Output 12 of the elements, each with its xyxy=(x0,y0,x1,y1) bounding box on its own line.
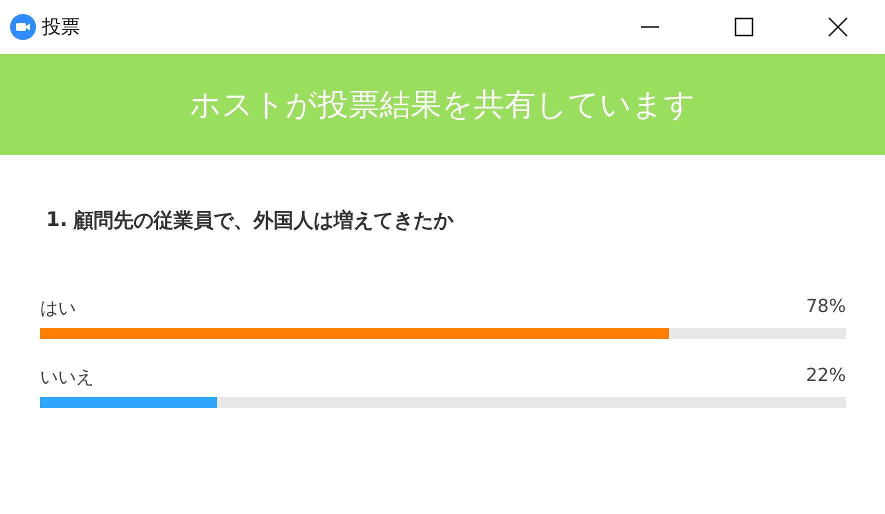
percentage: 22% xyxy=(806,365,846,388)
percentage: 78% xyxy=(806,296,846,319)
window-title: 投票 xyxy=(42,15,80,40)
close-icon xyxy=(828,17,848,37)
status-banner: ホストが投票結果を共有しています xyxy=(0,54,885,155)
option-label: はい xyxy=(40,297,76,320)
minimize-icon xyxy=(640,26,660,28)
question-text: 顧問先の従業員で、外国人は増えてきたか xyxy=(74,207,454,234)
maximize-icon xyxy=(734,17,754,37)
video-camera-icon xyxy=(10,14,36,40)
question-number: 1. xyxy=(46,207,68,233)
option-label: いいえ xyxy=(40,366,94,389)
